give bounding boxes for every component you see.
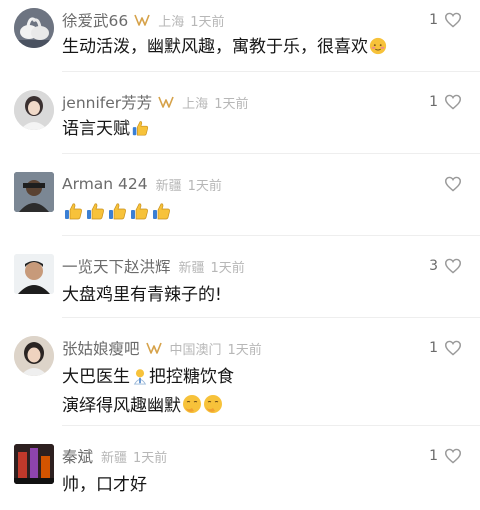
timestamp: 1天前 [227,342,262,358]
like-count: 1 [429,340,438,356]
username[interactable]: 徐爱武66 [62,9,128,31]
comment-meta: 秦斌 新疆 1天前 [62,444,167,468]
comment-meta: 徐爱武66 上海 1天前 [62,8,225,32]
thumbs-up-icon [129,201,149,229]
like-button[interactable]: 1 [429,90,462,114]
avatar-night-scene-image [14,444,54,484]
location: 新疆 [101,450,128,466]
like-button[interactable]: 1 [429,336,462,360]
avatar-woman-image [14,336,54,376]
thumbs-up-icon [85,201,105,229]
thumbs-up-icon [131,119,149,145]
comment-line: 语言天赋 [62,119,130,139]
location: 新疆 [178,260,205,276]
comment-meta: 张姑娘瘦吧 中国澳门 1天前 [62,336,262,360]
username[interactable]: Arman 424 [62,175,148,193]
location: 上海 [182,96,209,112]
username[interactable]: 秦斌 [62,445,93,467]
comment-list: 徐爱武66 上海 1天前 1 生动活泼，幽默风趣，寓教于乐，很喜欢 jennif… [0,0,480,510]
comment-line: 把控糖饮食 [149,367,234,387]
timestamp: 1天前 [190,14,225,30]
like-count: 1 [429,94,438,110]
like-count: 3 [429,258,438,274]
avatar-swans-image [14,8,54,48]
timestamp: 1天前 [214,96,249,112]
thumbs-up-icon [151,201,171,229]
avatar-man-image [14,254,54,294]
heart-outline-icon [444,94,462,110]
heart-outline-icon [444,448,462,464]
like-button[interactable]: 1 [429,444,462,468]
timestamp: 1天前 [187,178,222,194]
comment-meta: 一览天下赵洪辉 新疆 1天前 [62,254,245,278]
timestamp: 1天前 [133,450,168,466]
heart-outline-icon [444,12,462,28]
comment-item: 张姑娘瘦吧 中国澳门 1天前 1 大巴医生 把控糖饮食 演绎得风趣幽默 [0,318,480,426]
comment-text [62,200,172,229]
comment-line: 演绎得风趣幽默 [62,396,181,416]
heart-outline-icon [444,340,462,356]
location: 中国澳门 [169,342,222,358]
comment-text: 语言天赋 [62,116,149,145]
gold-v-badge-icon [145,341,162,355]
avatar-man-image [14,172,54,212]
comment-line: 帅，口才好 [62,475,147,495]
blushing-face-icon [369,37,387,63]
gold-v-badge-icon [158,95,174,109]
thumbs-up-icon [63,201,83,229]
avatar[interactable] [14,8,54,48]
location: 新疆 [155,178,182,194]
comment-line: 大巴医生 [62,367,130,387]
comment-item: jennifer芳芳 上海 1天前 1 语言天赋 [0,72,480,154]
comment-item: 一览天下赵洪辉 新疆 1天前 3 大盘鸡里有青辣子的! [0,236,480,318]
comment-line: 生动活泼，幽默风趣，寓教于乐，很喜欢 [62,37,368,57]
comment-item: 徐爱武66 上海 1天前 1 生动活泼，幽默风趣，寓教于乐，很喜欢 [0,0,480,72]
like-button[interactable] [444,172,462,196]
like-button[interactable]: 1 [429,8,462,32]
like-count: 1 [429,448,438,464]
avatar-portrait-image [14,90,54,130]
comment-meta: jennifer芳芳 上海 1天前 [62,90,248,114]
avatar[interactable] [14,444,54,484]
like-button[interactable]: 3 [429,254,462,278]
avatar[interactable] [14,172,54,212]
gold-v-badge-icon [134,13,150,27]
location: 上海 [158,14,185,30]
username[interactable]: 一览天下赵洪辉 [62,255,171,277]
username[interactable]: jennifer芳芳 [62,91,152,113]
comment-line: 大盘鸡里有青辣子的! [62,285,222,305]
username[interactable]: 张姑娘瘦吧 [62,337,140,359]
avatar[interactable] [14,336,54,376]
thumbs-up-icon [107,201,127,229]
avatar[interactable] [14,254,54,294]
comment-item: Arman 424 新疆 1天前 [0,154,480,236]
comment-text: 帅，口才好 [62,472,147,498]
comment-meta: Arman 424 新疆 1天前 [62,172,222,196]
like-count: 1 [429,12,438,28]
heart-outline-icon [444,176,462,192]
smirk-face-icon [182,394,202,422]
comment-text: 大盘鸡里有青辣子的! [62,282,222,308]
comment-text: 大巴医生 把控糖饮食 演绎得风趣幽默 [62,364,234,422]
smirk-face-icon [203,394,223,422]
doctor-icon [131,367,149,393]
comment-item: 秦斌 新疆 1天前 1 帅，口才好 [0,426,480,510]
heart-outline-icon [444,258,462,274]
timestamp: 1天前 [210,260,245,276]
comment-text: 生动活泼，幽默风趣，寓教于乐，很喜欢 [62,34,387,63]
avatar[interactable] [14,90,54,130]
